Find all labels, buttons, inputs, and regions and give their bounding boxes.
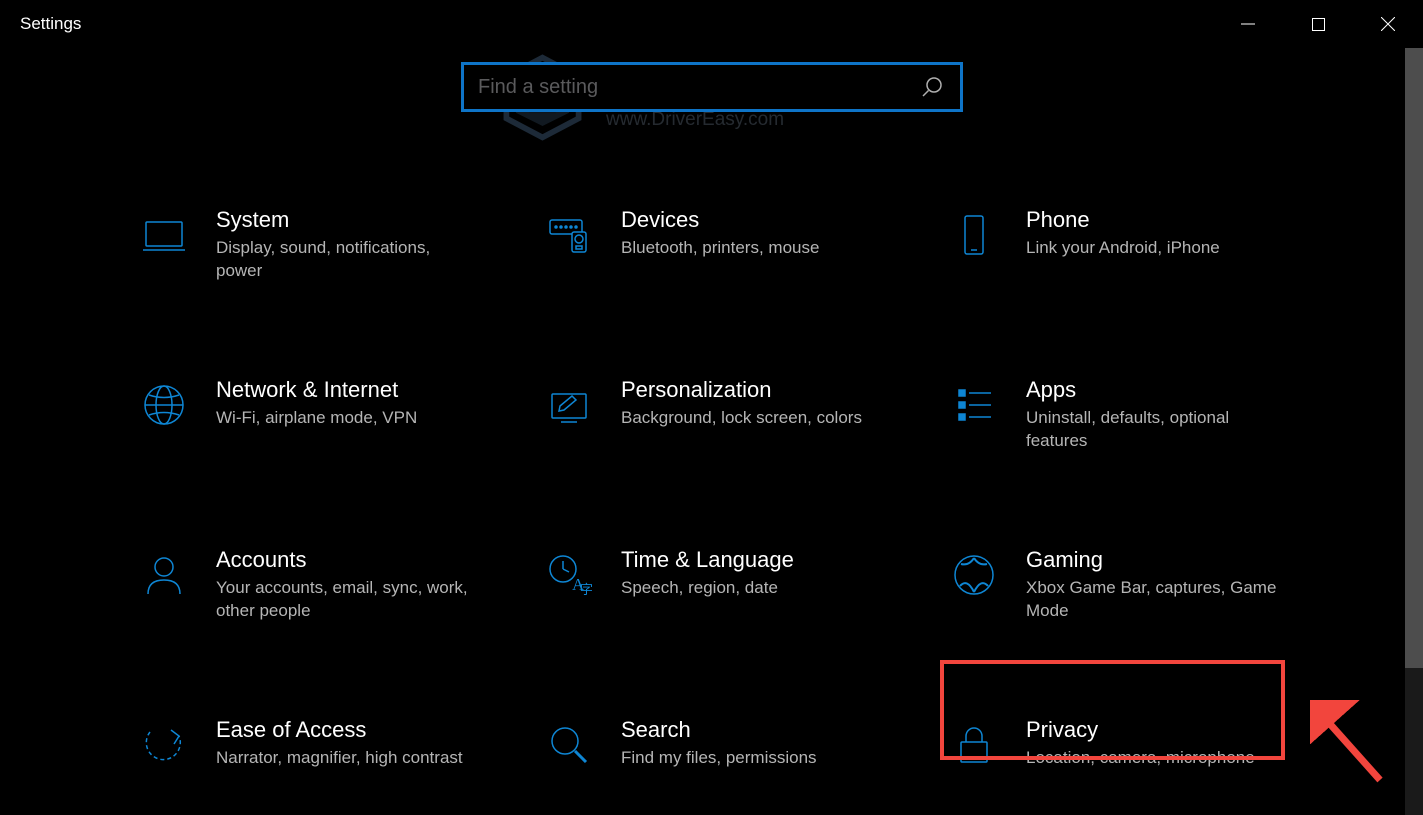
category-gaming[interactable]: Gaming Xbox Game Bar, captures, Game Mod…: [940, 535, 1345, 635]
search-box[interactable]: [461, 62, 963, 112]
category-title: Phone: [1026, 207, 1220, 233]
category-time-language[interactable]: A字 Time & Language Speech, region, date: [535, 535, 940, 635]
category-title: Apps: [1026, 377, 1286, 403]
category-title: Search: [621, 717, 817, 743]
category-description: Narrator, magnifier, high contrast: [216, 747, 463, 770]
category-description: Speech, region, date: [621, 577, 794, 600]
category-description: Background, lock screen, colors: [621, 407, 862, 430]
category-privacy[interactable]: Privacy Location, camera, microphone: [940, 705, 1345, 795]
titlebar: Settings: [0, 0, 1423, 48]
category-description: Display, sound, notifications, power: [216, 237, 476, 283]
system-icon: [140, 211, 188, 259]
category-network[interactable]: Network & Internet Wi-Fi, airplane mode,…: [130, 365, 535, 465]
category-description: Xbox Game Bar, captures, Game Mode: [1026, 577, 1286, 623]
category-description: Wi-Fi, airplane mode, VPN: [216, 407, 417, 430]
time-language-icon: A字: [545, 551, 593, 599]
search-input[interactable]: [478, 76, 918, 99]
window-title: Settings: [20, 14, 81, 34]
category-title: Network & Internet: [216, 377, 417, 403]
category-title: System: [216, 207, 476, 233]
category-description: Bluetooth, printers, mouse: [621, 237, 819, 260]
category-description: Location, camera, microphone: [1026, 747, 1255, 770]
scrollbar-thumb[interactable]: [1405, 48, 1423, 668]
category-description: Your accounts, email, sync, work, other …: [216, 577, 476, 623]
maximize-button[interactable]: [1283, 0, 1353, 48]
apps-icon: [950, 381, 998, 429]
category-search[interactable]: Search Find my files, permissions: [535, 705, 940, 795]
search-icon: [921, 76, 943, 98]
category-title: Personalization: [621, 377, 862, 403]
devices-icon: [545, 211, 593, 259]
category-title: Accounts: [216, 547, 476, 573]
category-title: Ease of Access: [216, 717, 463, 743]
category-phone[interactable]: Phone Link your Android, iPhone: [940, 195, 1345, 295]
minimize-button[interactable]: [1213, 0, 1283, 48]
category-grid: System Display, sound, notifications, po…: [130, 195, 1345, 795]
search-category-icon: [545, 721, 593, 769]
category-devices[interactable]: Devices Bluetooth, printers, mouse: [535, 195, 940, 295]
lock-icon: [950, 721, 998, 769]
category-personalization[interactable]: Personalization Background, lock screen,…: [535, 365, 940, 465]
accounts-icon: [140, 551, 188, 599]
category-accounts[interactable]: Accounts Your accounts, email, sync, wor…: [130, 535, 535, 635]
svg-text:字: 字: [580, 582, 592, 597]
minimize-icon: [1241, 17, 1255, 31]
gaming-icon: [950, 551, 998, 599]
category-system[interactable]: System Display, sound, notifications, po…: [130, 195, 535, 295]
globe-icon: [140, 381, 188, 429]
category-description: Link your Android, iPhone: [1026, 237, 1220, 260]
category-title: Gaming: [1026, 547, 1286, 573]
category-title: Devices: [621, 207, 819, 233]
search-button[interactable]: [918, 73, 946, 101]
close-icon: [1381, 17, 1395, 31]
category-ease-of-access[interactable]: Ease of Access Narrator, magnifier, high…: [130, 705, 535, 795]
category-title: Time & Language: [621, 547, 794, 573]
close-button[interactable]: [1353, 0, 1423, 48]
window-controls: [1213, 0, 1423, 48]
maximize-icon: [1312, 18, 1325, 31]
ease-of-access-icon: [140, 721, 188, 769]
category-description: Find my files, permissions: [621, 747, 817, 770]
category-description: Uninstall, defaults, optional features: [1026, 407, 1286, 453]
phone-icon: [950, 211, 998, 259]
category-apps[interactable]: Apps Uninstall, defaults, optional featu…: [940, 365, 1345, 465]
scrollbar[interactable]: [1405, 48, 1423, 815]
personalization-icon: [545, 381, 593, 429]
category-title: Privacy: [1026, 717, 1255, 743]
